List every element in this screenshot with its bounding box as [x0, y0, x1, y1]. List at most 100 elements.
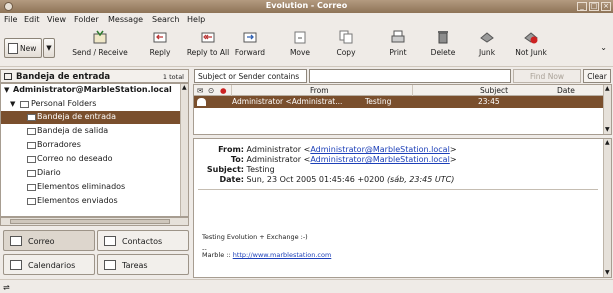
tree-folder-bandeja-de-salida[interactable]: Bandeja de salida	[1, 125, 182, 138]
folder-icon	[27, 198, 36, 205]
collapse-icon[interactable]: ▼	[4, 86, 9, 94]
menu-view[interactable]: View	[47, 15, 66, 24]
switcher-calendarios-button[interactable]: Calendarios	[3, 254, 95, 275]
scroll-thumb[interactable]	[10, 219, 170, 224]
tree-account[interactable]: ▼ Administrator@MarbleStation.local	[1, 84, 182, 97]
scroll-down-icon[interactable]: ▼	[605, 269, 610, 276]
menu-edit[interactable]: Edit	[24, 15, 40, 24]
header-divider	[198, 189, 598, 190]
column-date[interactable]: Date	[557, 86, 575, 95]
tree-folder-elementos-eliminados[interactable]: Elementos eliminados	[1, 181, 182, 194]
send-receive-button[interactable]: Send / Receive	[72, 26, 128, 65]
tree-folder-label: Diario	[37, 168, 61, 177]
tree-horizontal-scrollbar[interactable]	[0, 217, 189, 226]
tree-folder-correo-no-deseado[interactable]: Correo no deseado	[1, 153, 182, 166]
toolbar-overflow-icon[interactable]: ⌄	[600, 43, 607, 52]
online-status-icon[interactable]: ⇌	[3, 283, 10, 292]
scroll-down-icon[interactable]: ▼	[605, 126, 610, 133]
subject-value: Testing	[246, 165, 275, 174]
scroll-up-icon[interactable]: ▲	[182, 84, 187, 91]
collapse-icon[interactable]: ▼	[10, 100, 15, 108]
switcher-label: Correo	[28, 237, 55, 246]
signature-link[interactable]: http://www.marblestation.com	[233, 251, 332, 259]
folder-icon	[27, 128, 36, 135]
tree-folder-borradores[interactable]: Borradores	[1, 139, 182, 152]
new-button[interactable]: New	[4, 38, 42, 58]
subject-label: Subject:	[206, 165, 244, 174]
junk-label: Junk	[478, 48, 496, 57]
folder-icon	[27, 184, 36, 191]
move-icon	[294, 31, 306, 44]
clear-button[interactable]: Clear	[583, 69, 611, 83]
close-icon[interactable]: ×	[601, 2, 611, 11]
tree-account-label: Administrator@MarbleStation.local	[13, 85, 172, 94]
column-from[interactable]: From	[310, 86, 329, 95]
delete-button[interactable]: Delete	[425, 26, 461, 65]
search-input[interactable]	[309, 69, 511, 83]
reply-label: Reply	[149, 48, 171, 57]
tree-folder-label: Borradores	[37, 140, 81, 149]
message-row[interactable]: Administrator <Administrat... Testing 23…	[194, 96, 603, 108]
junk-button[interactable]: Junk	[472, 26, 502, 65]
column-subject[interactable]: Subject	[480, 86, 508, 95]
switcher-label: Calendarios	[28, 261, 76, 270]
new-dropdown-button[interactable]: ▼	[43, 38, 55, 58]
title-bar: Evolution - Correo _ □ ×	[0, 0, 613, 13]
inbox-icon	[27, 114, 36, 121]
flag-column-icon[interactable]: ●	[220, 86, 227, 95]
tree-scrollbar[interactable]: ▲	[180, 84, 188, 216]
menu-search[interactable]: Search	[152, 15, 179, 24]
calendar-icon	[10, 260, 22, 270]
scroll-up-icon[interactable]: ▲	[605, 139, 610, 146]
not-junk-button[interactable]: Not Junk	[510, 26, 552, 65]
reply-all-button[interactable]: Reply to All	[186, 26, 230, 65]
status-bar: ⇌	[0, 279, 613, 293]
window-title: Evolution - Correo	[265, 1, 348, 10]
minimize-icon[interactable]: _	[577, 2, 587, 11]
preview-scrollbar[interactable]: ▲ ▼	[603, 139, 611, 277]
status-column-icon[interactable]: ✉	[197, 86, 203, 95]
date-local: (sáb, 23:45 UTC)	[386, 175, 455, 184]
menu-message[interactable]: Message	[108, 15, 143, 24]
menu-file[interactable]: File	[4, 15, 17, 24]
tree-folder-bandeja-de-entrada[interactable]: Bandeja de entrada	[1, 111, 182, 124]
preview-to-line: To: Administrator <Administrator@MarbleS…	[198, 155, 457, 164]
tree-folder-diario[interactable]: Diario	[1, 167, 182, 180]
scroll-up-icon[interactable]: ▲	[605, 85, 610, 92]
menu-bar: File Edit View Folder Message Search Hel…	[0, 13, 613, 26]
tasks-icon	[104, 260, 116, 270]
message-list-scrollbar[interactable]: ▲ ▼	[603, 85, 611, 134]
copy-icon	[339, 30, 353, 44]
send-receive-label: Send / Receive	[72, 48, 128, 57]
switcher-tareas-button[interactable]: Tareas	[97, 254, 189, 275]
reply-button[interactable]: Reply	[140, 26, 180, 65]
from-email-link[interactable]: Administrator@MarbleStation.local	[310, 145, 449, 154]
tree-personal-folders[interactable]: ▼ Personal Folders	[1, 98, 182, 111]
to-email-link[interactable]: Administrator@MarbleStation.local	[310, 155, 449, 164]
attachment-column-icon[interactable]: ⊙	[208, 86, 214, 95]
forward-button[interactable]: Forward	[230, 26, 270, 65]
maximize-icon[interactable]: □	[589, 2, 599, 11]
new-message-icon	[8, 43, 18, 54]
find-now-button[interactable]: Find Now	[513, 69, 581, 83]
tree-folder-elementos-enviados[interactable]: Elementos enviados	[1, 195, 182, 208]
to-label: To:	[230, 155, 244, 164]
read-status-icon[interactable]	[197, 98, 206, 106]
search-filter-select[interactable]: Subject or Sender contains	[194, 69, 307, 83]
tree-folder-label: Elementos eliminados	[37, 182, 126, 191]
message-preview: From: Administrator <Administrator@Marbl…	[193, 138, 612, 278]
move-button[interactable]: Move	[282, 26, 318, 65]
copy-button[interactable]: Copy	[328, 26, 364, 65]
folder-header-icon	[4, 73, 12, 80]
message-from: Administrator <Administrat...	[232, 97, 343, 106]
print-button[interactable]: Print	[381, 26, 415, 65]
copy-label: Copy	[336, 48, 356, 57]
to-name: Administrator <	[246, 155, 311, 164]
menu-folder[interactable]: Folder	[74, 15, 99, 24]
menu-help[interactable]: Help	[187, 15, 205, 24]
date-value: Sun, 23 Oct 2005 01:45:46 +0200	[246, 175, 385, 184]
folder-icon	[27, 156, 36, 163]
switcher-correo-button[interactable]: Correo	[3, 230, 95, 251]
preview-subject-line: Subject: Testing	[198, 165, 275, 174]
switcher-contactos-button[interactable]: Contactos	[97, 230, 189, 251]
